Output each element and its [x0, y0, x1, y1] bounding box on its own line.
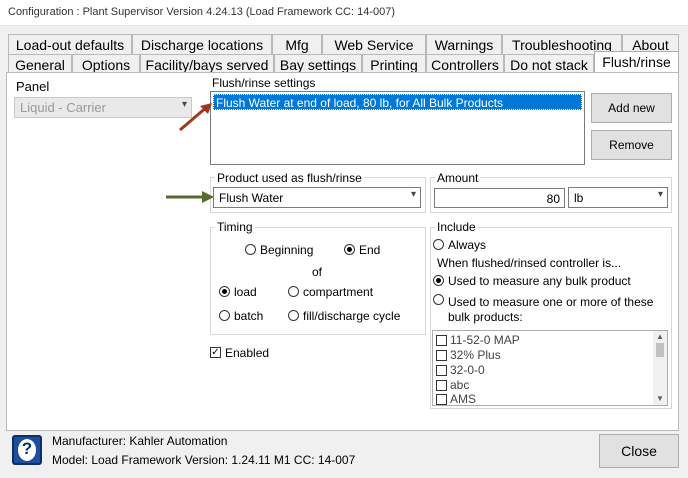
- flush-settings-list[interactable]: Flush Water at end of load, 80 lb, for A…: [210, 91, 585, 165]
- timing-batch-label: batch: [234, 309, 264, 323]
- panel-select[interactable]: Liquid - Carrier ▾: [14, 97, 192, 118]
- scroll-down-icon[interactable]: ▼: [656, 394, 664, 403]
- chevron-down-icon: ▾: [410, 189, 416, 200]
- product-checkbox[interactable]: [436, 380, 447, 391]
- timing-compartment-radio[interactable]: [288, 286, 299, 297]
- add-new-button[interactable]: Add new: [591, 93, 672, 123]
- include-any-label: Used to measure any bulk product: [448, 274, 631, 288]
- tab-warnings[interactable]: Warnings: [426, 34, 502, 56]
- include-any-radio[interactable]: [433, 275, 444, 286]
- timing-fill-discharge-label: fill/discharge cycle: [303, 309, 401, 323]
- timing-label: Timing: [215, 220, 255, 234]
- tab-printing[interactable]: Printing: [362, 54, 426, 74]
- tab-load-out-defaults[interactable]: Load-out defaults: [8, 34, 132, 56]
- amount-unit-select[interactable]: lb ▾: [568, 187, 668, 208]
- amount-label: Amount: [435, 171, 481, 185]
- product-label: Product used as flush/rinse: [215, 171, 364, 185]
- timing-batch-radio[interactable]: [219, 310, 230, 321]
- tab-controllers[interactable]: Controllers: [426, 54, 504, 74]
- enabled-label: Enabled: [225, 346, 270, 360]
- tab-web-service[interactable]: Web Service: [322, 34, 426, 56]
- scroll-up-icon[interactable]: ▲: [656, 332, 664, 341]
- include-one-or-more-label-1: Used to measure one or more of these: [448, 295, 654, 309]
- tab-bay-settings[interactable]: Bay settings: [274, 54, 362, 74]
- title-bar: Configuration : Plant Supervisor Version…: [0, 0, 688, 26]
- list-item: 11-52-0 MAP: [450, 333, 520, 347]
- enabled-checkbox[interactable]: ✓: [210, 347, 221, 358]
- chevron-down-icon: ▾: [657, 189, 663, 200]
- timing-load-radio[interactable]: [219, 286, 230, 297]
- list-item: 32% Plus: [450, 348, 501, 362]
- panel-label: Panel: [16, 79, 50, 94]
- model-text: Model: Load Framework Version: 1.24.11 M…: [52, 453, 356, 467]
- close-button[interactable]: Close: [599, 434, 679, 468]
- tab-mfg[interactable]: Mfg: [272, 34, 322, 56]
- remove-button[interactable]: Remove: [591, 130, 672, 160]
- product-checkbox[interactable]: [436, 394, 447, 405]
- annotation-arrow-icon: [166, 191, 214, 203]
- scrollbar-thumb[interactable]: [656, 343, 664, 357]
- timing-load-label: load: [234, 285, 257, 299]
- tab-do-not-stack[interactable]: Do not stack: [504, 54, 594, 74]
- timing-beginning-radio[interactable]: [245, 244, 256, 255]
- product-checkbox[interactable]: [436, 365, 447, 376]
- products-scrollbar[interactable]: ▲ ▼: [653, 331, 667, 405]
- include-one-or-more-label-2: bulk products:: [448, 310, 523, 324]
- panel-select-value: Liquid - Carrier: [20, 100, 106, 115]
- list-item: AMS: [450, 392, 477, 406]
- tab-options[interactable]: Options: [72, 54, 140, 74]
- product-checkbox[interactable]: [436, 335, 447, 346]
- manufacturer-text: Manufacturer: Kahler Automation: [52, 434, 228, 448]
- product-select-value: Flush Water: [219, 191, 284, 205]
- timing-end-label: End: [359, 243, 381, 257]
- amount-value: 80: [546, 192, 560, 206]
- timing-end-radio[interactable]: [344, 244, 355, 255]
- timing-fill-discharge-radio[interactable]: [288, 310, 299, 321]
- tab-facility-bays-served[interactable]: Facility/bays served: [140, 54, 274, 74]
- list-item: abc: [450, 378, 470, 392]
- product-checkbox[interactable]: [436, 350, 447, 361]
- help-icon[interactable]: ?: [12, 435, 42, 465]
- include-when-text: When flushed/rinsed controller is...: [437, 256, 622, 270]
- include-always-label: Always: [448, 238, 487, 252]
- tab-general[interactable]: General: [8, 54, 72, 74]
- amount-unit-value: lb: [574, 191, 584, 205]
- flush-settings-label: Flush/rinse settings: [212, 76, 316, 90]
- annotation-arrow-icon: [179, 103, 212, 132]
- include-always-radio[interactable]: [433, 239, 444, 250]
- window-title: Configuration : Plant Supervisor Version…: [8, 6, 396, 18]
- include-one-or-more-radio[interactable]: [433, 294, 444, 305]
- tab-discharge-locations[interactable]: Discharge locations: [132, 34, 272, 56]
- amount-input[interactable]: 80: [434, 188, 565, 208]
- timing-of-label: of: [312, 265, 323, 279]
- include-label: Include: [435, 220, 478, 234]
- list-item: 32-0-0: [450, 363, 485, 377]
- timing-beginning-label: Beginning: [260, 243, 314, 257]
- product-select[interactable]: Flush Water ▾: [213, 187, 421, 208]
- timing-compartment-label: compartment: [303, 285, 374, 299]
- help-glyph: ?: [21, 439, 33, 458]
- list-item[interactable]: Flush Water at end of load, 80 lb, for A…: [213, 94, 582, 110]
- products-checklist[interactable]: 11-52-0 MAP 32% Plus 32-0-0 abc AMS ▲ ▼: [432, 330, 668, 406]
